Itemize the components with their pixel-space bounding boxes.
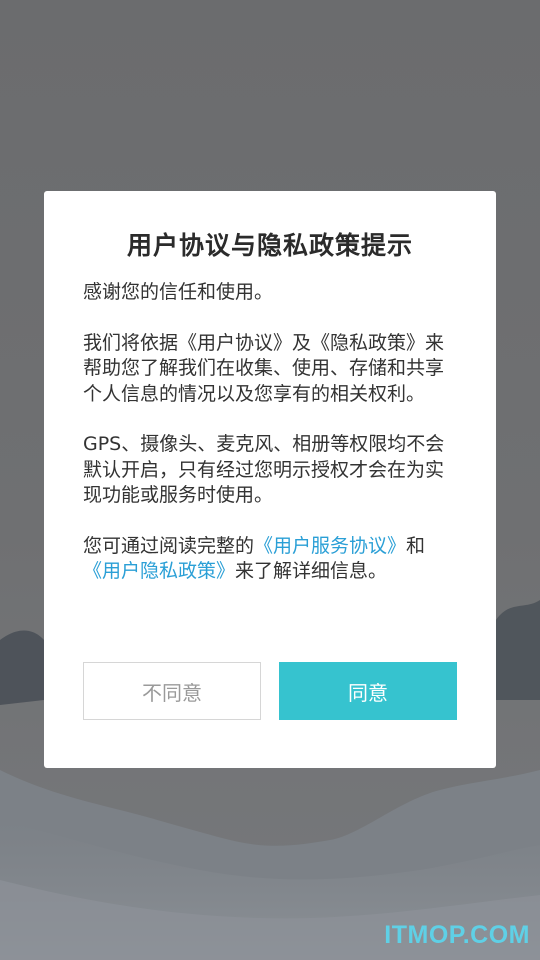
links-suffix-text: 来了解详细信息。 — [235, 560, 388, 582]
dialog-title: 用户协议与隐私政策提示 — [126, 231, 413, 260]
user-service-agreement-link[interactable]: 《用户服务协议》 — [254, 535, 406, 557]
links-and-text: 和 — [406, 534, 426, 557]
watermark-logo: ITMOP.COM — [384, 921, 530, 949]
permissions-paragraph: GPS、摄像头、麦克风、相册等权限均不会默认开启，只有经过您明示授权才会在为实现… — [83, 433, 445, 506]
links-paragraph: 您可通过阅读完整的《用户服务协议》和《用户隐私政策》来了解详细信息。 — [83, 534, 457, 585]
app-screen: 用户协议与隐私政策提示 感谢您的信任和使用。 我们将依据《用户协议》及《隐私政策… — [0, 0, 540, 960]
dialog-buttons: 不同意 同意 — [83, 662, 457, 720]
privacy-dialog: 用户协议与隐私政策提示 感谢您的信任和使用。 我们将依据《用户协议》及《隐私政策… — [44, 191, 496, 768]
policy-paragraph: 我们将依据《用户协议》及《隐私政策》来帮助您了解我们在收集、使用、存储和共享个人… — [83, 331, 445, 405]
links-prefix-text: 您可通过阅读完整的 — [83, 534, 255, 557]
dialog-body: 感谢您的信任和使用。 我们将依据《用户协议》及《隐私政策》来帮助您了解我们在收集… — [83, 280, 457, 585]
disagree-button[interactable]: 不同意 — [83, 662, 261, 720]
agree-button[interactable]: 同意 — [279, 662, 457, 720]
user-privacy-policy-link[interactable]: 《用户隐私政策》 — [83, 560, 235, 582]
thanks-paragraph: 感谢您的信任和使用。 — [83, 281, 274, 303]
